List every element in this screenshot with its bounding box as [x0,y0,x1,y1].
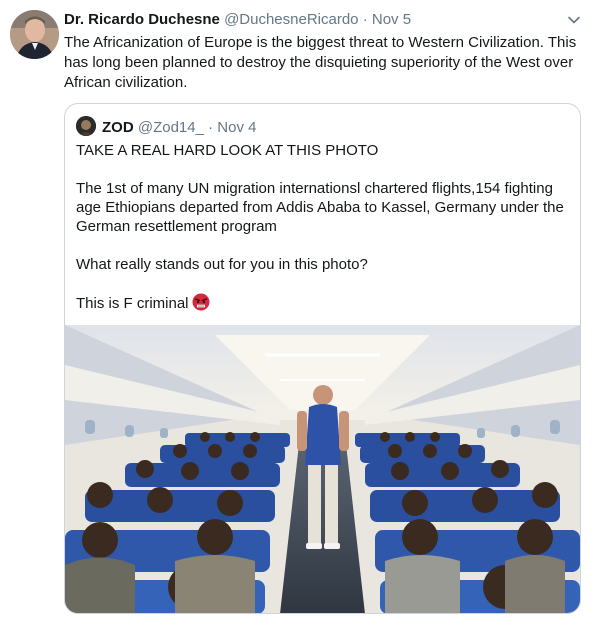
quoted-paragraph: TAKE A REAL HARD LOOK AT THIS PHOTO [76,142,379,159]
angry-face-emoji-icon [192,293,210,311]
airplane-cabin-photo[interactable] [65,325,580,613]
tweet-header: Dr. Ricardo Duchesne @DuchesneRicardo · … [64,11,411,29]
tweet-date[interactable]: Nov 5 [372,11,411,28]
quoted-text: TAKE A REAL HARD LOOK AT THIS PHOTO The … [76,141,572,332]
tweet-text: The Africanization of Europe is the bigg… [64,34,577,91]
header-separator: · [362,11,368,28]
quoted-handle[interactable]: @Zod14_ [138,119,204,136]
quoted-header: ZOD @Zod14_ · Nov 4 [76,116,256,137]
quoted-paragraph: What really stands out for you in this p… [76,256,368,273]
author-avatar[interactable] [10,10,59,59]
quoted-author-name[interactable]: ZOD [102,119,134,136]
quoted-date[interactable]: Nov 4 [217,119,256,136]
tweet-card[interactable]: Dr. Ricardo Duchesne @DuchesneRicardo · … [0,0,599,631]
chevron-down-icon[interactable] [566,12,582,28]
quoted-tweet[interactable]: ZOD @Zod14_ · Nov 4 TAKE A REAL HARD LOO… [64,103,581,614]
quoted-last-line: This is F criminal [76,293,572,313]
quoted-separator: · [208,119,214,136]
quoted-paragraph: The 1st of many UN migration internation… [76,180,564,235]
quoted-last-line-text: This is F criminal [76,295,189,312]
author-handle[interactable]: @DuchesneRicardo [224,11,358,28]
author-name[interactable]: Dr. Ricardo Duchesne [64,11,220,28]
quoted-avatar[interactable] [76,116,96,136]
